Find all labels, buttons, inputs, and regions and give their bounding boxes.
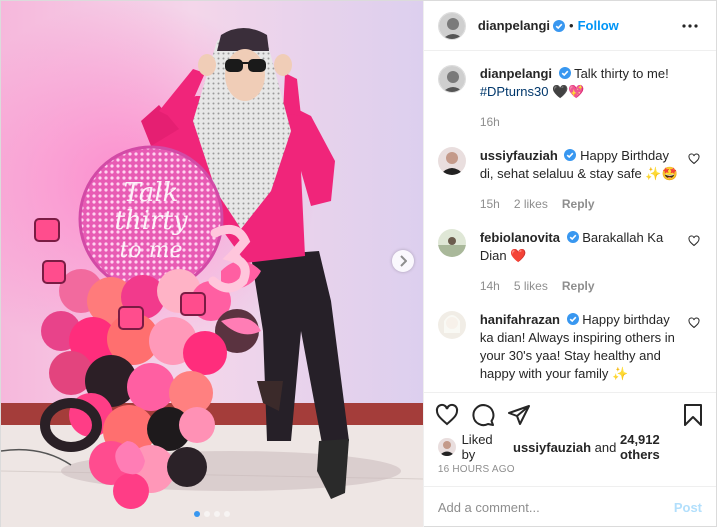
caption-text: Talk thirty to me!: [574, 66, 669, 81]
comment-body: febiolanovita Barakallah Ka Dian ❤️ 14h …: [480, 229, 702, 295]
comment-item: ussiyfauziah Happy Birthday di, sehat se…: [437, 147, 702, 213]
avatar[interactable]: [437, 65, 466, 93]
verified-icon: [566, 231, 579, 243]
caption-meta: 16h: [480, 113, 680, 131]
avatar[interactable]: [437, 438, 456, 456]
comments-section: dianpelangi Talk thirty to me! #DPturns3…: [424, 51, 716, 392]
separator-dot: •: [569, 18, 574, 33]
comment-username[interactable]: ussiyfauziah: [480, 148, 558, 163]
more-options-button[interactable]: [678, 14, 702, 38]
chevron-right-icon: [400, 255, 407, 267]
caption: dianpelangi Talk thirty to me! #DPturns3…: [437, 65, 702, 131]
comment-username[interactable]: hanifahrazan: [480, 312, 560, 327]
verified-icon: [553, 19, 566, 32]
carousel-next-button[interactable]: [392, 250, 414, 272]
reply-button[interactable]: Reply: [562, 277, 595, 295]
comment-time[interactable]: 15h: [480, 195, 500, 213]
like-button[interactable]: [434, 402, 460, 428]
comment-item: febiolanovita Barakallah Ka Dian ❤️ 14h …: [437, 229, 702, 295]
comment-input[interactable]: [437, 500, 674, 515]
comment-likes[interactable]: 2 likes: [514, 195, 548, 213]
action-bar: [423, 392, 716, 436]
comment-item: hanifahrazan Happy birthday ka dian! Alw…: [437, 311, 702, 383]
caption-body: dianpelangi Talk thirty to me! #DPturns3…: [480, 65, 702, 131]
svg-text:thirty: thirty: [114, 206, 187, 236]
post-comment-button[interactable]: Post: [674, 500, 702, 515]
header-username[interactable]: dianpelangi: [478, 18, 550, 33]
instagram-post: Talk thirty to me dianpelangi • Follow d…: [0, 0, 717, 527]
caption-emoji: 🖤💖: [552, 84, 585, 99]
share-icon: [507, 404, 530, 425]
post-timestamp[interactable]: 16 HOURS AGO: [424, 458, 716, 486]
hashtag-link[interactable]: #DPturns30: [480, 84, 549, 99]
likes-middle: and: [594, 439, 617, 455]
carousel-dot: [194, 511, 200, 517]
avatar[interactable]: [437, 147, 466, 175]
likes-user[interactable]: ussiyfauziah: [513, 440, 591, 455]
comment-meta: 14h 5 likes Reply: [480, 277, 680, 295]
likes-summary: Liked by ussiyfauziah and 24,912 others: [424, 432, 716, 462]
heart-icon[interactable]: [688, 317, 700, 329]
verified-icon: [558, 67, 571, 79]
comment-icon: [472, 403, 495, 426]
heart-icon[interactable]: [688, 153, 700, 165]
avatar[interactable]: [437, 229, 466, 257]
comment-body: hanifahrazan Happy birthday ka dian! Alw…: [480, 311, 702, 383]
carousel-dot: [204, 511, 210, 517]
verified-icon: [564, 149, 577, 161]
share-button[interactable]: [506, 402, 532, 428]
post-photo[interactable]: Talk thirty to me: [1, 1, 423, 527]
svg-text:Talk: Talk: [124, 178, 179, 208]
comment-time[interactable]: 14h: [480, 277, 500, 295]
verified-icon: [566, 313, 579, 325]
reply-button[interactable]: Reply: [562, 195, 595, 213]
add-comment-bar: Post: [423, 486, 716, 527]
carousel-dot: [224, 511, 230, 517]
comment-likes[interactable]: 5 likes: [514, 277, 548, 295]
avatar[interactable]: [437, 311, 466, 339]
caption-username[interactable]: dianpelangi: [480, 66, 552, 81]
photo-illustration: Talk thirty to me: [1, 1, 423, 527]
comment-meta: 15h 2 likes Reply: [480, 195, 680, 213]
ellipsis-icon: [682, 23, 698, 28]
heart-icon: [435, 403, 458, 425]
carousel-indicator: [194, 511, 230, 517]
comment-body: ussiyfauziah Happy Birthday di, sehat se…: [480, 147, 702, 213]
post-header: dianpelangi • Follow: [423, 1, 716, 51]
bookmark-icon: [684, 403, 702, 426]
carousel-dot: [214, 511, 220, 517]
post-side-panel: dianpelangi • Follow dianpelangi Talk th…: [422, 1, 716, 527]
follow-button[interactable]: Follow: [578, 18, 619, 33]
save-button[interactable]: [680, 402, 706, 428]
comment-username[interactable]: febiolanovita: [480, 230, 560, 245]
svg-text:to me: to me: [120, 238, 183, 263]
avatar[interactable]: [437, 11, 466, 40]
caption-time[interactable]: 16h: [480, 113, 500, 131]
heart-icon[interactable]: [688, 235, 700, 247]
comment-button[interactable]: [470, 402, 496, 428]
